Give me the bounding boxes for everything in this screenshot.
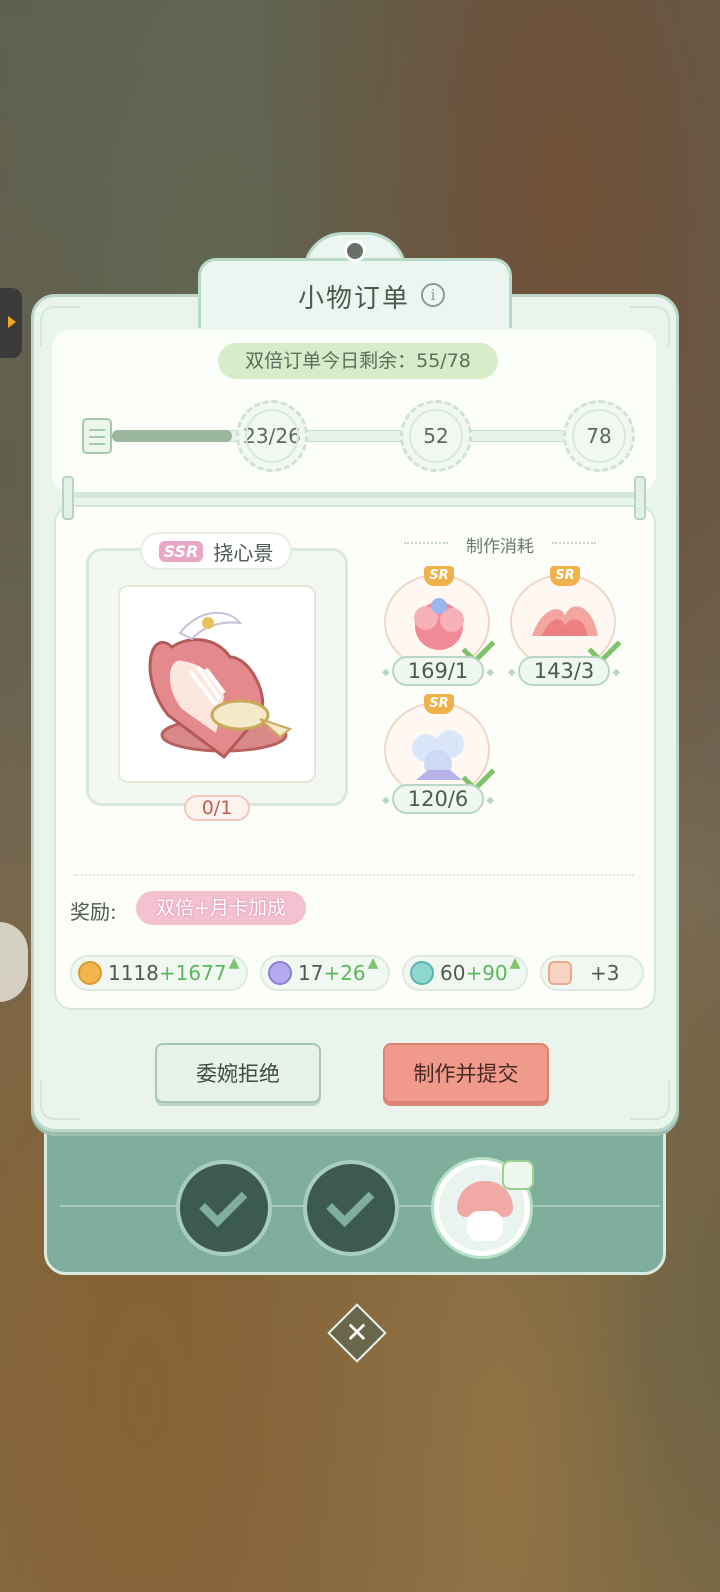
corner-ornament bbox=[630, 1080, 670, 1120]
reward-base: 1118 bbox=[108, 961, 159, 985]
milestone-2[interactable]: 52 bbox=[400, 400, 472, 472]
material-count: 169/1 bbox=[382, 656, 494, 686]
rarity-badge: SR bbox=[424, 566, 454, 586]
corner-ornament bbox=[40, 1080, 80, 1120]
rarity-badge: SSR bbox=[158, 540, 204, 562]
milestone-3[interactable]: 78 bbox=[563, 400, 635, 472]
info-icon[interactable]: i bbox=[421, 283, 445, 307]
item-name: 挠心景 bbox=[213, 540, 274, 565]
material-3[interactable]: SR 120/6 bbox=[382, 694, 496, 814]
material-2[interactable]: SR 143/3 bbox=[508, 566, 622, 686]
arrow-up-icon: ▲ bbox=[367, 955, 379, 971]
panel-rail bbox=[70, 492, 640, 498]
milestone-label: 78 bbox=[586, 424, 612, 448]
reward-base: 17 bbox=[298, 961, 324, 985]
reward-gems[interactable]: 17 +26 ▲ bbox=[260, 955, 390, 991]
arrow-up-icon: ▲ bbox=[228, 955, 240, 971]
rail-post bbox=[634, 476, 646, 520]
material-1[interactable]: SR 169/1 bbox=[382, 566, 496, 686]
dialog-title: 小物订单 bbox=[297, 284, 410, 314]
heart-check-icon bbox=[502, 1160, 534, 1190]
material-count: 143/3 bbox=[508, 656, 620, 686]
mushroom-avatar-face bbox=[467, 1211, 503, 1241]
check-icon bbox=[199, 1179, 248, 1228]
reward-base: 60 bbox=[440, 961, 466, 985]
reward-label: 奖励: bbox=[70, 900, 117, 924]
reward-divider bbox=[74, 874, 634, 876]
extra-reward-icon bbox=[548, 961, 572, 985]
close-icon: ✕ bbox=[345, 1316, 369, 1349]
materials-title: 制作消耗 bbox=[400, 532, 600, 557]
order-slot-completed-2[interactable] bbox=[303, 1160, 399, 1256]
material-count: 120/6 bbox=[382, 784, 494, 814]
order-slot-completed-1[interactable] bbox=[176, 1160, 272, 1256]
dialog-title-row: 小物订单 bbox=[0, 278, 720, 315]
item-title: SSR 挠心景 bbox=[140, 532, 292, 570]
milestone-label: 23/26 bbox=[243, 424, 301, 448]
reward-bonus: +1677 bbox=[158, 961, 227, 985]
item-image[interactable] bbox=[118, 585, 316, 783]
arrow-up-icon: ▲ bbox=[509, 955, 521, 971]
reward-bonus: +26 bbox=[323, 961, 366, 985]
check-icon bbox=[326, 1179, 375, 1228]
craft-submit-button[interactable]: 制作并提交 bbox=[383, 1043, 549, 1103]
coin-icon bbox=[78, 961, 102, 985]
exp-icon bbox=[410, 961, 434, 985]
progress-fill bbox=[112, 430, 232, 442]
reward-base: +3 bbox=[590, 961, 620, 985]
milestone-1[interactable]: 23/26 bbox=[236, 400, 308, 472]
reward-bonus-tag: 双倍+月卡加成 bbox=[136, 891, 306, 925]
rarity-badge: SR bbox=[424, 694, 454, 714]
rail-post bbox=[62, 476, 74, 520]
item-owned-count: 0/1 bbox=[184, 795, 250, 821]
music-box-image bbox=[148, 611, 293, 760]
reward-coins[interactable]: 1118 +1677 ▲ bbox=[70, 955, 248, 991]
title-hanger-hole bbox=[344, 240, 366, 262]
clipboard-icon bbox=[82, 418, 112, 454]
rarity-badge: SR bbox=[550, 566, 580, 586]
double-orders-remaining: 双倍订单今日剩余：55/78 bbox=[218, 343, 498, 379]
refuse-button[interactable]: 委婉拒绝 bbox=[155, 1043, 321, 1103]
milestone-label: 52 bbox=[423, 424, 449, 448]
blue-gem-icon bbox=[268, 961, 292, 985]
reward-extra[interactable]: +3 bbox=[540, 955, 644, 991]
reward-exp[interactable]: 60 +90 ▲ bbox=[402, 955, 528, 991]
reward-bonus: +90 bbox=[465, 961, 508, 985]
